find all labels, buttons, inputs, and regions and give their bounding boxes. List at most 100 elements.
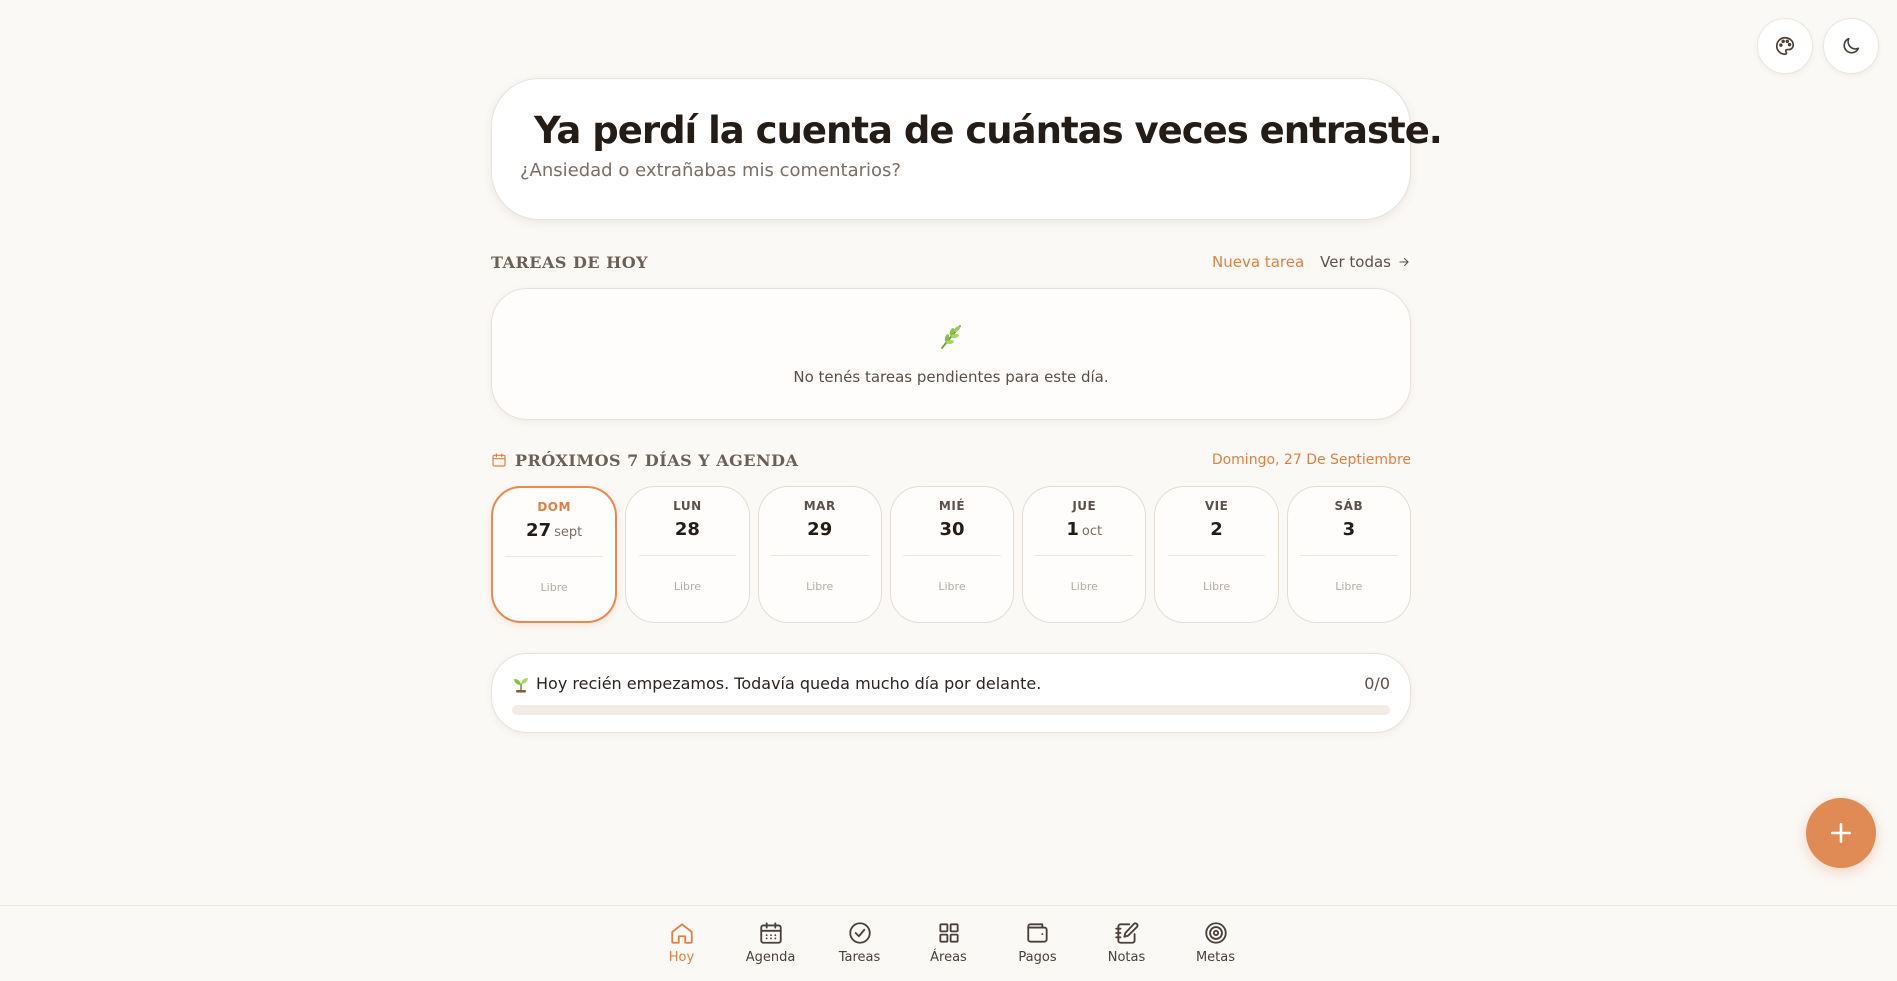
day-number: 27 sept — [526, 520, 582, 544]
agenda-current-date: Domingo, 27 De Septiembre — [1211, 452, 1411, 468]
day-status: Libre — [1070, 580, 1098, 593]
empty-tasks-text: No tenés tareas pendientes para este día… — [793, 368, 1109, 386]
target-icon — [1204, 922, 1227, 944]
theme-palette-button[interactable] — [1757, 18, 1813, 74]
see-all-label: Ver todas — [1320, 253, 1391, 271]
greeting-title: Ya perdí la cuenta de cuántas veces entr… — [522, 109, 1443, 152]
day-number-value: 1 — [1066, 519, 1079, 540]
day-status: Libre — [806, 580, 834, 593]
calendar-icon — [759, 922, 782, 944]
wallet-icon — [1026, 923, 1048, 943]
nav-item-areas[interactable]: Áreas — [904, 906, 993, 965]
day-name: JUE — [1072, 499, 1097, 513]
day-card-mar[interactable]: MAR 29 Libre — [757, 486, 882, 623]
nav-label: Pagos — [1018, 950, 1057, 965]
day-number: 30 — [939, 519, 964, 543]
agenda-title: PRÓXIMOS 7 DÍAS Y AGENDA — [491, 451, 798, 470]
nav-label: Tareas — [838, 950, 881, 965]
day-status: Libre — [540, 581, 568, 594]
day-card-dom[interactable]: DOM 27 sept Libre — [491, 486, 618, 623]
nav-label: Notas — [1107, 950, 1146, 965]
day-card-vie[interactable]: VIE 2 Libre — [1154, 486, 1279, 623]
nav-label: Hoy — [668, 950, 695, 965]
day-status: Libre — [673, 580, 702, 593]
greeting-subtitle: ¿Ansiedad o extrañabas mis comentarios? — [520, 160, 901, 181]
grid-icon — [938, 923, 959, 943]
day-number-value: 28 — [674, 519, 700, 540]
nav-label: Áreas — [930, 950, 967, 965]
dark-mode-button[interactable] — [1823, 18, 1879, 74]
week-strip: DOM 27 sept Libre LUN 28 Libre MAR 29 Lib… — [491, 486, 1411, 623]
check-circle-icon — [848, 922, 871, 944]
day-name: MIÉ — [938, 499, 966, 513]
calendar-icon — [491, 452, 507, 468]
day-status: Libre — [938, 580, 966, 593]
day-divider — [505, 556, 604, 557]
tasks-header: TAREAS DE HOY Nueva tarea Ver todas — [491, 252, 1411, 272]
day-number: 29 — [807, 519, 832, 543]
day-month: oct — [1081, 524, 1103, 539]
tasks-title: TAREAS DE HOY — [491, 252, 649, 272]
greeting-title-text: Ya perdí la cuenta de cuántas veces entr… — [534, 109, 1443, 152]
day-card-sab[interactable]: SÁB 3 Libre — [1286, 486, 1411, 623]
greeting-card: Ya perdí la cuenta de cuántas veces entr… — [491, 78, 1443, 220]
day-number-value: 2 — [1210, 519, 1223, 540]
day-name: DOM — [537, 500, 571, 514]
nav-item-agenda[interactable]: Agenda — [726, 906, 815, 965]
day-card-lun[interactable]: LUN 28 Libre — [625, 486, 750, 623]
tasks-empty-state: No tenés tareas pendientes para este día… — [491, 288, 1411, 420]
day-name: MAR — [803, 499, 836, 513]
day-divider — [638, 555, 737, 556]
nav-item-metas[interactable]: Metas — [1171, 906, 1260, 965]
tasks-actions: Nueva tarea Ver todas — [1212, 253, 1411, 271]
day-month: sept — [554, 525, 583, 540]
day-name: SÁB — [1334, 499, 1364, 513]
nav-label: Agenda — [745, 950, 796, 965]
day-divider — [1035, 555, 1134, 556]
nav-item-pagos[interactable]: Pagos — [993, 906, 1082, 965]
see-all-link[interactable]: Ver todas — [1320, 253, 1411, 271]
progress-bar — [512, 705, 1390, 715]
day-status: Libre — [1335, 580, 1363, 593]
day-name: VIE — [1204, 499, 1229, 513]
moon-icon — [1843, 37, 1860, 54]
notebook-pen-icon — [1114, 922, 1138, 944]
agenda-title-text: PRÓXIMOS 7 DÍAS Y AGENDA — [515, 450, 799, 470]
nav-item-tareas[interactable]: Tareas — [815, 906, 904, 965]
day-name: LUN — [673, 499, 702, 513]
plus-icon — [1831, 823, 1851, 843]
seedling-icon — [514, 677, 528, 693]
add-button[interactable] — [1806, 798, 1876, 868]
nav-label: Metas — [1195, 950, 1236, 965]
new-task-link[interactable]: Nueva tarea — [1212, 253, 1304, 271]
day-divider — [1167, 555, 1266, 556]
palette-icon — [1776, 36, 1795, 56]
day-card-jue[interactable]: JUE 1 oct Libre — [1022, 486, 1147, 623]
progress-message: Hoy recién empezamos. Todavía queda much… — [512, 674, 1041, 693]
top-actions — [1757, 18, 1879, 74]
arrow-right-icon — [1399, 257, 1409, 267]
day-divider — [903, 555, 1001, 556]
nav-item-hoy[interactable]: Hoy — [637, 906, 726, 965]
day-number: 3 — [1343, 519, 1356, 543]
home-icon — [670, 923, 693, 944]
day-divider — [1299, 555, 1398, 556]
progress-message-text: Hoy recién empezamos. Todavía queda much… — [536, 674, 1042, 693]
day-number-value: 3 — [1342, 519, 1356, 540]
agenda-header: PRÓXIMOS 7 DÍAS Y AGENDA Domingo, 27 De … — [491, 450, 1411, 470]
day-status: Libre — [1202, 580, 1231, 593]
day-number: 28 — [675, 519, 700, 543]
main-content: Ya perdí la cuenta de cuántas veces entr… — [491, 78, 1443, 733]
day-divider — [770, 555, 869, 556]
nav-item-notas[interactable]: Notas — [1082, 906, 1171, 965]
day-number-value: 27 — [526, 520, 552, 541]
day-number-value: 29 — [807, 519, 833, 540]
daily-progress-card: Hoy recién empezamos. Todavía queda much… — [491, 653, 1411, 733]
progress-count: 0/0 — [1364, 674, 1390, 693]
day-number: 1 oct — [1066, 519, 1102, 543]
progress-row: Hoy recién empezamos. Todavía queda much… — [512, 674, 1390, 693]
day-number: 2 — [1210, 519, 1223, 543]
herb-icon — [936, 322, 966, 356]
bottom-nav: Hoy Agenda Tareas Áreas Pagos Notas Meta… — [0, 905, 1897, 981]
day-card-mie[interactable]: MIÉ 30 Libre — [889, 486, 1015, 623]
